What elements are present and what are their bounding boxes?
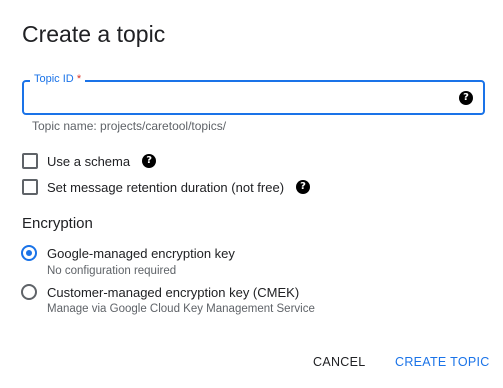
use-schema-label[interactable]: Use a schema bbox=[47, 154, 130, 169]
dialog-title: Create a topic bbox=[22, 21, 166, 47]
retention-checkbox[interactable] bbox=[22, 179, 38, 195]
required-asterisk: * bbox=[76, 73, 82, 85]
help-circle-icon[interactable]: ? bbox=[296, 180, 311, 194]
google-managed-key-label[interactable]: Google-managed encryption key bbox=[47, 246, 235, 261]
retention-option[interactable]: Set message retention duration (not free… bbox=[22, 178, 311, 196]
retention-label[interactable]: Set message retention duration (not free… bbox=[47, 180, 284, 195]
customer-managed-key-option[interactable]: Customer-managed encryption key (CMEK) bbox=[21, 283, 299, 301]
create-topic-button[interactable]: CREATE TOPIC bbox=[395, 355, 490, 369]
cancel-button[interactable]: CANCEL bbox=[313, 355, 366, 369]
help-circle-icon[interactable]: ? bbox=[459, 91, 473, 105]
topic-id-label: Topic ID * bbox=[30, 72, 86, 86]
customer-managed-key-radio[interactable] bbox=[21, 284, 37, 300]
customer-managed-key-description: Manage via Google Cloud Key Management S… bbox=[47, 303, 315, 315]
google-managed-key-option[interactable]: Google-managed encryption key bbox=[21, 244, 235, 262]
encryption-section-title: Encryption bbox=[22, 215, 93, 232]
use-schema-checkbox[interactable] bbox=[22, 153, 38, 169]
google-managed-key-radio[interactable] bbox=[21, 245, 37, 261]
customer-managed-key-label[interactable]: Customer-managed encryption key (CMEK) bbox=[47, 285, 299, 300]
help-circle-icon[interactable]: ? bbox=[142, 154, 157, 168]
topic-name-hint: Topic name: projects/caretool/topics/ bbox=[32, 119, 227, 133]
topic-id-field[interactable]: Topic ID * ? bbox=[22, 72, 485, 115]
topic-id-input[interactable] bbox=[32, 86, 452, 109]
google-managed-key-description: No configuration required bbox=[47, 265, 177, 277]
topic-id-label-text: Topic ID bbox=[34, 73, 74, 85]
use-schema-option[interactable]: Use a schema ? bbox=[22, 152, 157, 170]
